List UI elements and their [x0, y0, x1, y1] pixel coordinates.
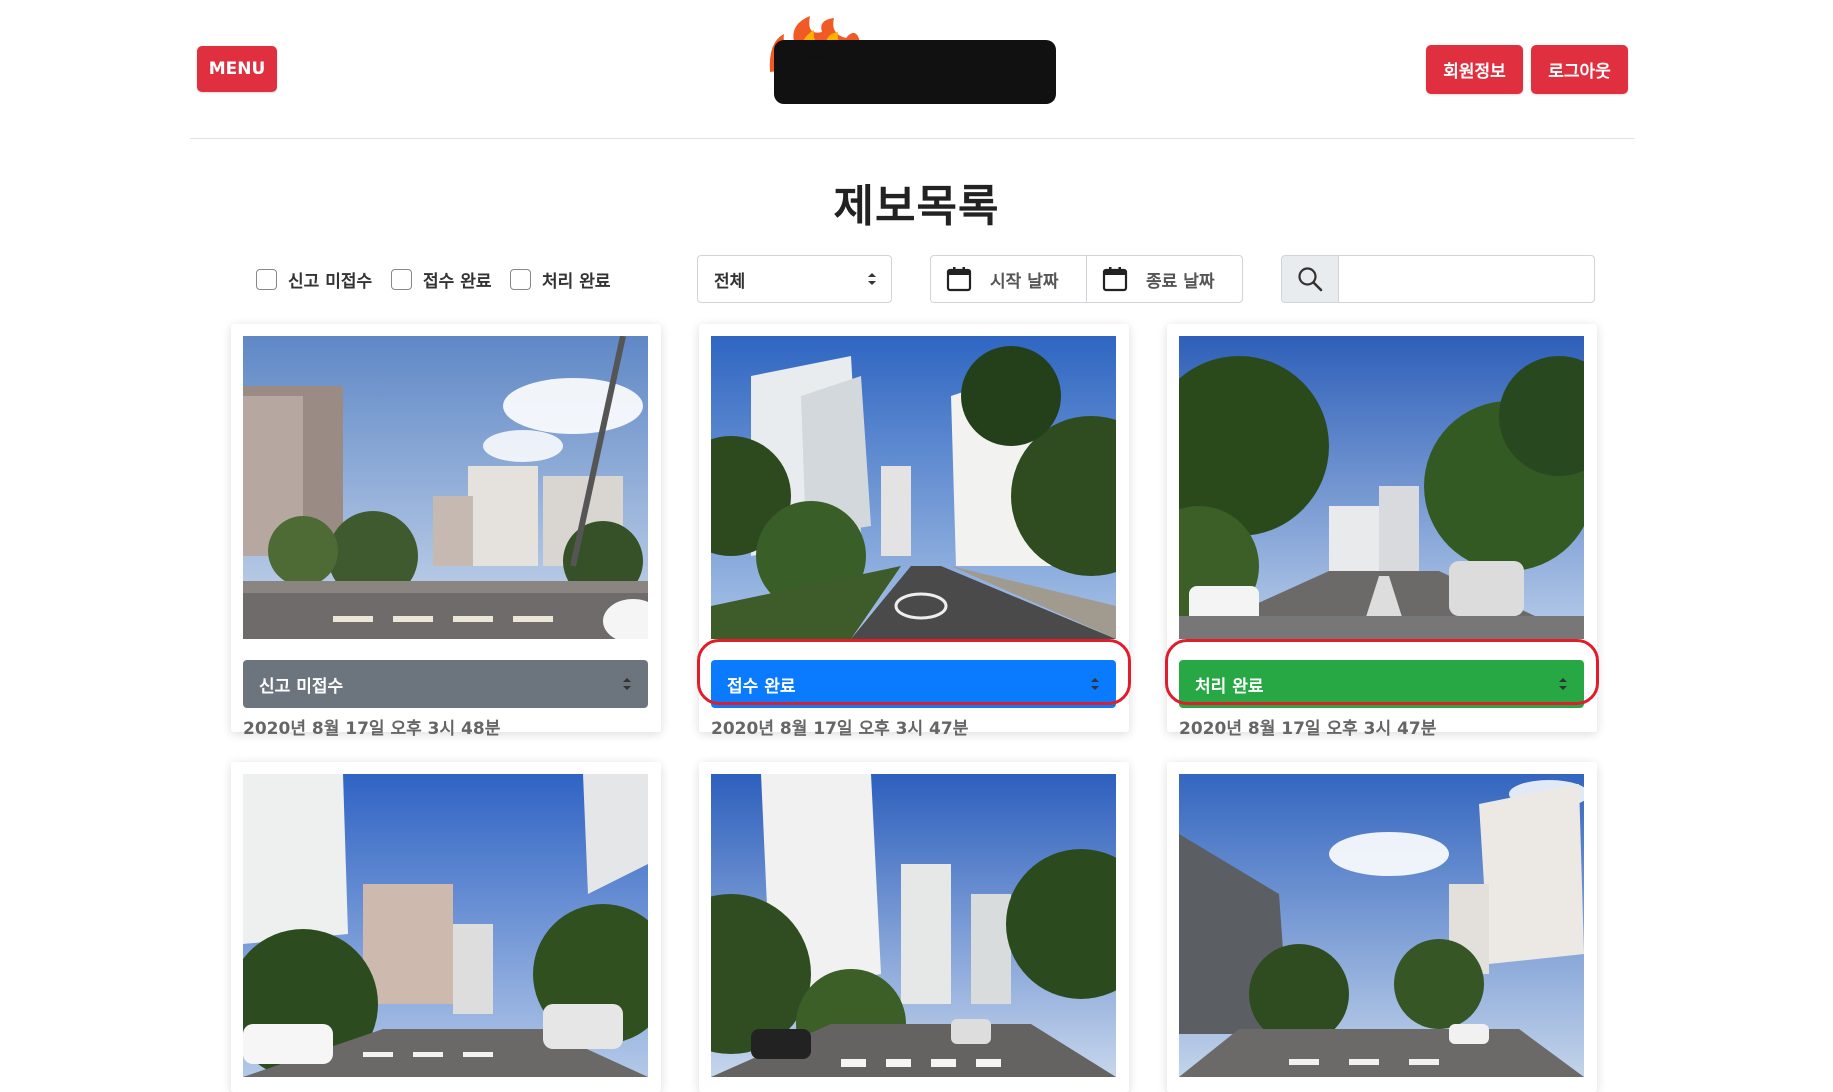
site-logo[interactable]: 분 노 의 민 원 — [760, 12, 1066, 112]
report-card[interactable] — [231, 762, 661, 1092]
select-arrows-icon — [1559, 678, 1567, 690]
status-dropdown[interactable]: 신고 미접수 — [243, 660, 648, 708]
svg-text:원: 원 — [1006, 43, 1058, 108]
report-photo[interactable] — [243, 774, 648, 1077]
end-date-picker[interactable]: 종료 날짜 — [1086, 255, 1243, 303]
start-date-placeholder: 시작 날짜 — [990, 271, 1059, 292]
report-photo[interactable] — [711, 336, 1116, 639]
checkbox-label: 처리 완료 — [542, 272, 611, 292]
checkbox-icon[interactable] — [391, 269, 412, 290]
report-photo[interactable] — [1179, 774, 1584, 1077]
status-dropdown[interactable]: 접수 완료 — [711, 660, 1116, 708]
select-arrows-icon — [623, 678, 631, 690]
filter-unreceived-checkbox[interactable]: 신고 미접수 — [256, 267, 372, 292]
report-card[interactable] — [1167, 762, 1597, 1092]
svg-text:민: 민 — [954, 43, 1006, 108]
member-info-button[interactable]: 회원정보 — [1426, 45, 1523, 94]
svg-text:의: 의 — [908, 41, 960, 106]
checkbox-label: 신고 미접수 — [288, 272, 373, 292]
status-value: 신고 미접수 — [259, 676, 344, 697]
calendar-icon — [1102, 267, 1128, 292]
search-group — [1281, 255, 1595, 303]
report-date: 2020년 8월 17일 오후 3시 47분 — [1179, 719, 1437, 739]
filter-received-checkbox[interactable]: 접수 완료 — [391, 267, 491, 292]
calendar-icon — [946, 267, 972, 292]
status-filter-value: 전체 — [714, 271, 746, 292]
report-card[interactable]: 처리 완료 2020년 8월 17일 오후 3시 47분 — [1167, 324, 1597, 739]
end-date-placeholder: 종료 날짜 — [1146, 271, 1215, 292]
start-date-picker[interactable]: 시작 날짜 — [930, 255, 1087, 303]
svg-text:분: 분 — [790, 39, 842, 104]
status-value: 처리 완료 — [1195, 676, 1264, 697]
search-icon — [1298, 267, 1323, 292]
status-dropdown[interactable]: 처리 완료 — [1179, 660, 1584, 708]
select-arrows-icon — [1091, 678, 1099, 690]
header-divider — [190, 138, 1635, 139]
report-card[interactable]: 접수 완료 2020년 8월 17일 오후 3시 47분 — [699, 324, 1129, 739]
select-arrows-icon — [868, 273, 876, 285]
status-value: 접수 완료 — [727, 676, 796, 697]
filter-done-checkbox[interactable]: 처리 완료 — [510, 267, 610, 292]
report-card[interactable]: 신고 미접수 2020년 8월 17일 오후 3시 48분 — [231, 324, 661, 739]
checkbox-icon[interactable] — [510, 269, 531, 290]
search-button[interactable] — [1281, 255, 1339, 303]
checkbox-label: 접수 완료 — [423, 272, 492, 292]
report-card[interactable] — [699, 762, 1129, 1092]
search-input[interactable] — [1338, 255, 1595, 303]
report-photo[interactable] — [1179, 336, 1584, 639]
report-photo[interactable] — [243, 336, 648, 639]
checkbox-icon[interactable] — [256, 269, 277, 290]
report-photo[interactable] — [711, 774, 1116, 1077]
svg-text:노: 노 — [850, 41, 902, 106]
status-filter-select[interactable]: 전체 — [697, 255, 892, 303]
report-date: 2020년 8월 17일 오후 3시 47분 — [711, 719, 969, 739]
logout-button[interactable]: 로그아웃 — [1531, 45, 1628, 94]
report-date: 2020년 8월 17일 오후 3시 48분 — [243, 719, 501, 739]
page-title: 제보목록 — [833, 181, 1000, 232]
menu-button[interactable]: MENU — [197, 46, 277, 92]
